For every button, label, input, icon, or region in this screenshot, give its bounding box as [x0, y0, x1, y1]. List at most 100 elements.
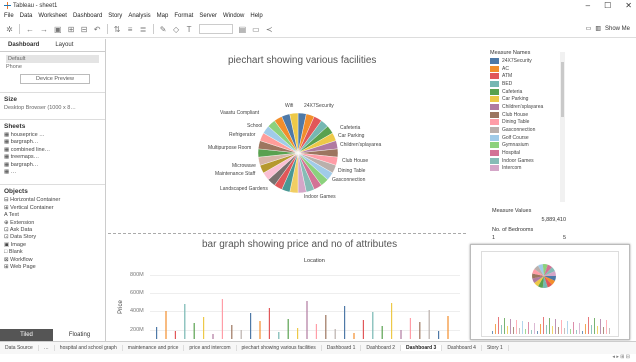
legend-item[interactable]: AC — [490, 65, 570, 73]
share-icon[interactable]: ≺ — [266, 25, 273, 34]
tab-layout[interactable]: Layout — [47, 42, 81, 48]
bedrooms-filter[interactable]: No. of Bedrooms 1 5 — [492, 227, 566, 241]
bar-mark[interactable] — [240, 330, 242, 339]
legend-item[interactable]: Intercom — [490, 165, 570, 173]
bar-mark[interactable] — [221, 299, 223, 339]
legend-item[interactable]: ATM — [490, 72, 570, 80]
show-me-button[interactable]: ▭ ▥ Show Me — [586, 25, 630, 33]
bar-mark[interactable] — [315, 324, 317, 339]
device-default[interactable]: Default — [6, 55, 99, 63]
swap-icon[interactable]: ⇅ — [114, 25, 121, 34]
object-vertical-container[interactable]: ⊞ Vertical Container — [4, 205, 101, 212]
bar-mark[interactable] — [391, 303, 393, 339]
menu-dashboard[interactable]: Dashboard — [73, 13, 102, 19]
bar-mark[interactable] — [419, 322, 421, 339]
sheet-item[interactable]: ▦ treemaps… — [4, 154, 101, 161]
object-image[interactable]: ▣ Image — [4, 242, 101, 249]
sort-asc-icon[interactable]: ≡ — [127, 25, 134, 34]
legend-item[interactable]: Club House — [490, 111, 570, 119]
sheet-nav-icons[interactable]: ◂ ▸ ⊞ ⊟ — [612, 354, 630, 360]
legend-item[interactable]: Children'splayarea — [490, 103, 570, 111]
legend-item[interactable]: Golf Course — [490, 134, 570, 142]
menu-help[interactable]: Help — [250, 13, 262, 19]
object-extension[interactable]: ⊕ Extension — [4, 220, 101, 227]
object-ask-data[interactable]: ⊡ Ask Data — [4, 227, 101, 234]
show-cards-icon[interactable]: ▤ — [239, 25, 247, 34]
object-web-page[interactable]: ⊞ Web Page — [4, 264, 101, 271]
bar-mark[interactable] — [334, 329, 336, 339]
forward-icon[interactable]: → — [40, 25, 48, 34]
bar-mark[interactable] — [297, 328, 299, 339]
legend-item[interactable]: Cafeteria — [490, 88, 570, 96]
present-icon[interactable]: ▭ — [586, 25, 592, 32]
legend-scrollbar[interactable] — [560, 52, 565, 202]
legend-item[interactable]: Gymnasium — [490, 142, 570, 150]
sheet-tab[interactable]: Story 1 — [482, 345, 509, 351]
sheet-item[interactable]: ▦ bargraph… — [4, 139, 101, 146]
bar-mark[interactable] — [428, 310, 430, 339]
sheet-tab[interactable]: Dashboard 3 — [401, 345, 443, 351]
save-icon[interactable]: ▣ — [54, 25, 62, 34]
legend-item[interactable]: BED — [490, 80, 570, 88]
bar-mark[interactable] — [409, 318, 411, 339]
measure-names-legend[interactable]: Measure Names 24X7Security AC ATM BED Cafete… — [490, 50, 570, 172]
bar-mark[interactable] — [438, 331, 440, 339]
bar-mark[interactable] — [353, 333, 355, 339]
tab-dashboard[interactable]: Dashboard — [0, 42, 47, 48]
sheet-tab[interactable]: Dashboard 2 — [361, 345, 402, 351]
sheet-tab[interactable]: … — [39, 345, 55, 351]
bar-mark[interactable] — [287, 319, 289, 339]
bar-mark[interactable] — [259, 321, 261, 339]
legend-item[interactable]: Dining Table — [490, 119, 570, 127]
floating-button[interactable]: Floating — [53, 329, 106, 341]
bar-mark[interactable] — [362, 320, 364, 339]
scroll-thumb[interactable] — [561, 62, 564, 117]
bar-mark[interactable] — [250, 313, 252, 339]
object-horizontal-container[interactable]: ⊟ Horizontal Container — [4, 197, 101, 204]
menu-data[interactable]: Data — [20, 13, 33, 19]
sheet-tab[interactable]: hospital and school graph — [55, 345, 123, 351]
bar-mark[interactable] — [193, 323, 195, 339]
menu-server[interactable]: Server — [199, 13, 217, 19]
bar-mark[interactable] — [344, 306, 346, 339]
sort-desc-icon[interactable]: ≣ — [140, 25, 147, 34]
bar-mark[interactable] — [174, 331, 176, 339]
bar-mark[interactable] — [447, 316, 449, 339]
bar-mark[interactable] — [381, 326, 383, 339]
maximize-button[interactable]: ☐ — [604, 1, 611, 10]
sheet-item[interactable]: ▦ … — [4, 169, 101, 176]
sheet-item[interactable]: ▦ combined line… — [4, 147, 101, 154]
bar-mark[interactable] — [212, 334, 214, 339]
object-data-story[interactable]: ⊡ Data Story — [4, 234, 101, 241]
menu-map[interactable]: Map — [157, 13, 169, 19]
menu-story[interactable]: Story — [108, 13, 122, 19]
tableau-icon[interactable]: ✲ — [6, 25, 13, 34]
pie-chart[interactable] — [108, 41, 484, 231]
legend-item[interactable]: Gasconnection — [490, 126, 570, 134]
back-icon[interactable]: ← — [26, 25, 34, 34]
bar-mark[interactable] — [156, 327, 158, 339]
bar-mark[interactable] — [184, 304, 186, 339]
legend-item[interactable]: 24X7Security — [490, 57, 570, 65]
bar-mark[interactable] — [268, 308, 270, 339]
size-dropdown[interactable]: Desktop Browser (1000 x 8… — [4, 105, 101, 111]
menu-format[interactable]: Format — [174, 13, 193, 19]
label-icon[interactable]: T — [186, 25, 193, 34]
sheet-item[interactable]: ▦ bargraph… — [4, 162, 101, 169]
menu-worksheet[interactable]: Worksheet — [38, 13, 67, 19]
bar-mark[interactable] — [306, 301, 308, 339]
sheet-tab[interactable]: price and intercom — [184, 345, 237, 351]
device-phone[interactable]: Phone — [6, 63, 99, 71]
object-workflow[interactable]: ⊠ Workflow — [4, 257, 101, 264]
fit-dropdown[interactable] — [198, 24, 233, 34]
legend-item[interactable]: Indoor Games — [490, 157, 570, 165]
pie-chart-zone[interactable]: piechart showing various facilities Wifi… — [108, 41, 484, 231]
sheet-tab[interactable]: Data Source — [0, 345, 39, 351]
bar-mark[interactable] — [325, 315, 327, 339]
device-preview-button[interactable]: Device Preview — [20, 74, 90, 84]
object-text[interactable]: A Text — [4, 212, 101, 219]
presentation-icon[interactable]: ▭ — [252, 25, 260, 34]
bar-chart[interactable] — [108, 234, 466, 342]
legend-item[interactable]: Car Parking — [490, 95, 570, 103]
tiled-button[interactable]: Tiled — [0, 329, 53, 341]
